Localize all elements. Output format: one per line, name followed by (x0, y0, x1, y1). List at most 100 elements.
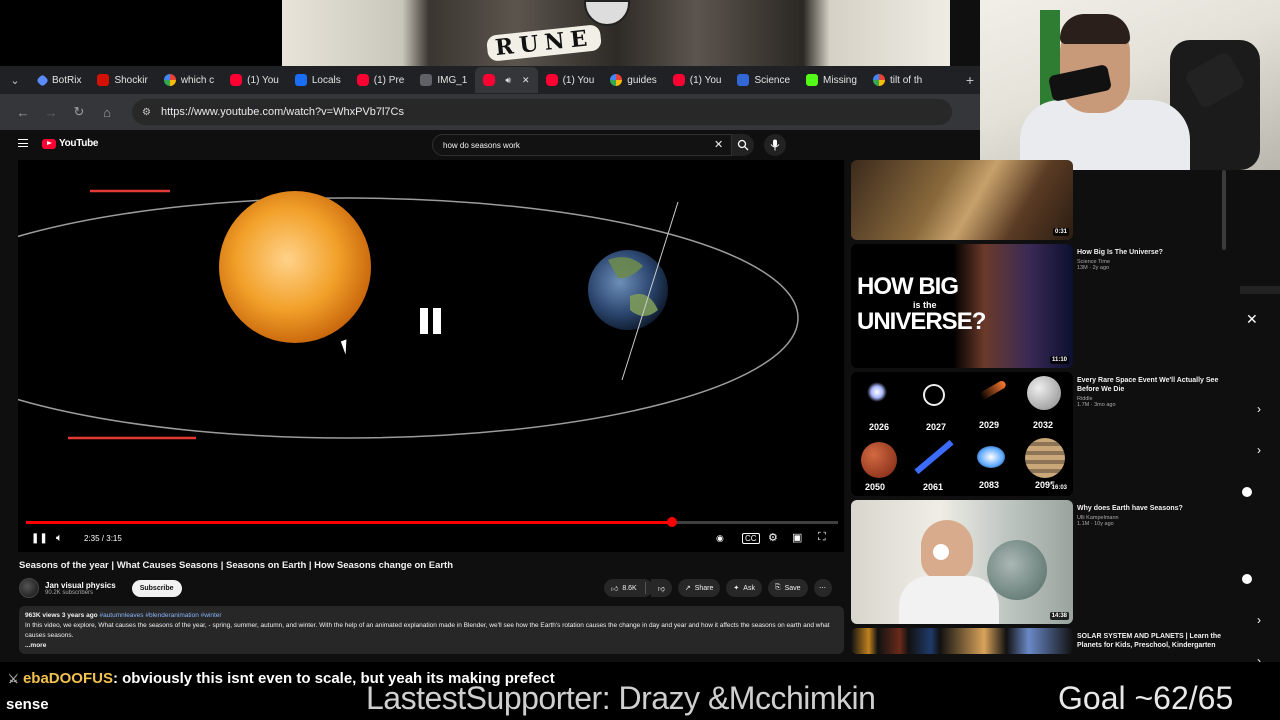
video-thumbnail[interactable]: HOW BIG is the UNIVERSE? 11:10 (851, 244, 1073, 368)
back-icon[interactable]: ← (16, 105, 30, 120)
browser-tab[interactable]: Locals (287, 69, 349, 91)
thumbs-up-icon: 👍︎ (611, 585, 619, 593)
toggle-dot-icon[interactable] (1242, 574, 1252, 584)
browser-tab[interactable]: Shockir (89, 69, 155, 91)
browser-tab[interactable]: Science (729, 69, 798, 91)
browser-tab[interactable]: tilt of th (865, 69, 930, 91)
time-display: 2:35 / 3:15 (84, 534, 122, 543)
recommended-video[interactable]: 0:31 (851, 160, 1226, 240)
close-tab-icon[interactable]: ✕ (522, 75, 530, 86)
event-year-label: 2050 (865, 482, 886, 492)
eclipse-icon (925, 386, 943, 404)
video-title: Seasons of the year | What Causes Season… (19, 560, 454, 571)
progress-bar[interactable] (26, 517, 838, 527)
home-icon[interactable]: ⌂ (100, 105, 114, 120)
more-actions-icon[interactable]: ⋯ (813, 579, 832, 597)
url-field[interactable]: ⚙ https://www.youtube.com/watch?v=WhxPVb… (132, 99, 952, 125)
video-title[interactable]: SOLAR SYSTEM AND PLANETS | Learn the Pla… (1077, 632, 1226, 650)
pause-icon[interactable]: ❚❚ (31, 533, 48, 544)
miniplayer-icon[interactable]: ▣ (792, 531, 802, 544)
like-button[interactable]: 👍︎ 8.6K (604, 579, 653, 597)
video-title[interactable]: Why does Earth have Seasons? (1077, 504, 1227, 513)
channel-name[interactable]: Jan visual physics (45, 581, 116, 590)
progress-played (26, 521, 672, 524)
youtube-icon (545, 74, 558, 86)
sidebar-scrollbar[interactable] (1222, 170, 1226, 250)
tab-search-icon[interactable]: ⌄ (0, 74, 30, 87)
video-thumbnail[interactable]: 2026 2027 2029 2032 2050 2061 2083 2095 16:03 (851, 372, 1073, 496)
browser-tab[interactable]: IMG_1 (412, 69, 475, 91)
youtube-header: YouTube how do seasons work ✕ (0, 130, 980, 160)
chevron-right-icon[interactable]: › (1257, 443, 1261, 457)
browser-tab[interactable]: (1) You (222, 69, 287, 91)
player-controls: ❚❚ 🔈︎ 2:35 / 3:15 ◉ CC ⚙ ▣ ⛶ (18, 528, 844, 552)
video-thumbnail[interactable]: 14:38 (851, 500, 1073, 624)
browser-tab[interactable]: which c (156, 69, 222, 91)
browser-tab[interactable]: guides (602, 69, 664, 91)
recommended-video[interactable]: 14:38 Why does Earth have Seasons? Ulli … (851, 500, 1226, 624)
orbit-path (18, 197, 799, 439)
browser-tab[interactable]: Missing (798, 69, 865, 91)
captions-icon[interactable]: CC (742, 533, 760, 544)
fullscreen-icon[interactable]: ⛶ (818, 531, 826, 544)
video-meta: SOLAR SYSTEM AND PLANETS | Learn the Pla… (1077, 632, 1226, 650)
video-stats: 1.7M · 3mo ago (1077, 402, 1116, 408)
comet-blue-icon (914, 439, 954, 475)
volume-icon[interactable]: 🔈︎ (56, 532, 63, 545)
save-button[interactable]: ⎘ Save (767, 579, 808, 597)
recommended-video[interactable]: HOW BIG is the UNIVERSE? 11:10 How Big I… (851, 244, 1226, 368)
event-year-label: 2061 (923, 482, 944, 492)
image-icon (420, 74, 433, 86)
forward-icon[interactable]: → (44, 105, 58, 120)
video-description[interactable]: 963K views 3 years ago #autumnleaves #bl… (19, 606, 844, 654)
subscribe-button[interactable]: Subscribe (131, 579, 182, 597)
browser-tab[interactable]: (1) You (538, 69, 603, 91)
pause-overlay-icon[interactable] (420, 308, 442, 334)
video-thumbnail[interactable] (851, 628, 1073, 654)
duration-badge: 0:31 (1052, 228, 1069, 236)
search-button[interactable] (732, 134, 754, 156)
browser-tab[interactable]: (1) You (665, 69, 730, 91)
search-icon (737, 139, 749, 151)
tab-label: (1) Pre (373, 74, 405, 86)
scrubber-handle[interactable] (666, 517, 677, 527)
tab-active[interactable]: 🔊︎ ✕ (475, 67, 538, 93)
search-input[interactable]: how do seasons work (432, 134, 732, 156)
youtube-icon (483, 74, 496, 86)
site-info-icon[interactable]: ⚙ (142, 107, 151, 118)
google-icon (872, 74, 885, 86)
recommended-video[interactable]: SOLAR SYSTEM AND PLANETS | Learn the Pla… (851, 628, 1226, 654)
share-button[interactable]: ↗ Share (677, 579, 721, 597)
browser-tab[interactable]: (1) Pre (349, 69, 413, 91)
chat-badge-icon: ⚔ (8, 672, 19, 686)
dislike-button[interactable]: 👎︎ (650, 579, 672, 597)
clear-search-icon[interactable]: ✕ (714, 138, 723, 151)
gif-icon (737, 74, 750, 86)
video-thumbnail[interactable]: 0:31 (851, 160, 1073, 240)
chevron-right-icon[interactable]: › (1257, 613, 1261, 627)
new-tab-icon[interactable]: + (960, 72, 980, 88)
tab-label: IMG_1 (437, 74, 468, 86)
reload-icon[interactable]: ↻ (72, 104, 86, 120)
video-title[interactable]: Every Rare Space Event We'll Actually Se… (1077, 376, 1227, 394)
youtube-logo[interactable]: YouTube (42, 138, 99, 149)
desc-tags[interactable]: #autumnleaves #blenderanimation #winter (99, 612, 221, 619)
galaxy-icon (977, 446, 1005, 468)
recommended-video[interactable]: 2026 2027 2029 2032 2050 2061 2083 2095 16:03 E… (851, 372, 1226, 496)
menu-icon[interactable] (18, 139, 28, 147)
show-more-link[interactable]: ...more (25, 641, 838, 651)
ask-button[interactable]: ✦ Ask (726, 579, 762, 597)
autoplay-toggle-icon[interactable]: ◉ (716, 533, 724, 544)
toggle-dot-icon[interactable] (1242, 487, 1252, 497)
settings-icon[interactable]: ⚙ (768, 531, 778, 544)
speaker-icon[interactable]: 🔊︎ (505, 75, 511, 86)
browser-tab[interactable]: BotRix (30, 69, 89, 91)
video-title[interactable]: How Big Is The Universe? (1077, 248, 1227, 257)
close-icon[interactable]: ✕ (1246, 311, 1258, 328)
channel-avatar[interactable] (19, 578, 39, 598)
video-player[interactable]: ❚❚ 🔈︎ 2:35 / 3:15 ◉ CC ⚙ ▣ ⛶ (18, 160, 844, 552)
voice-search-button[interactable] (764, 134, 786, 156)
chevron-right-icon[interactable]: › (1257, 402, 1261, 416)
desc-text: In this video, we explore, What causes t… (25, 622, 830, 639)
star-icon (867, 382, 887, 402)
